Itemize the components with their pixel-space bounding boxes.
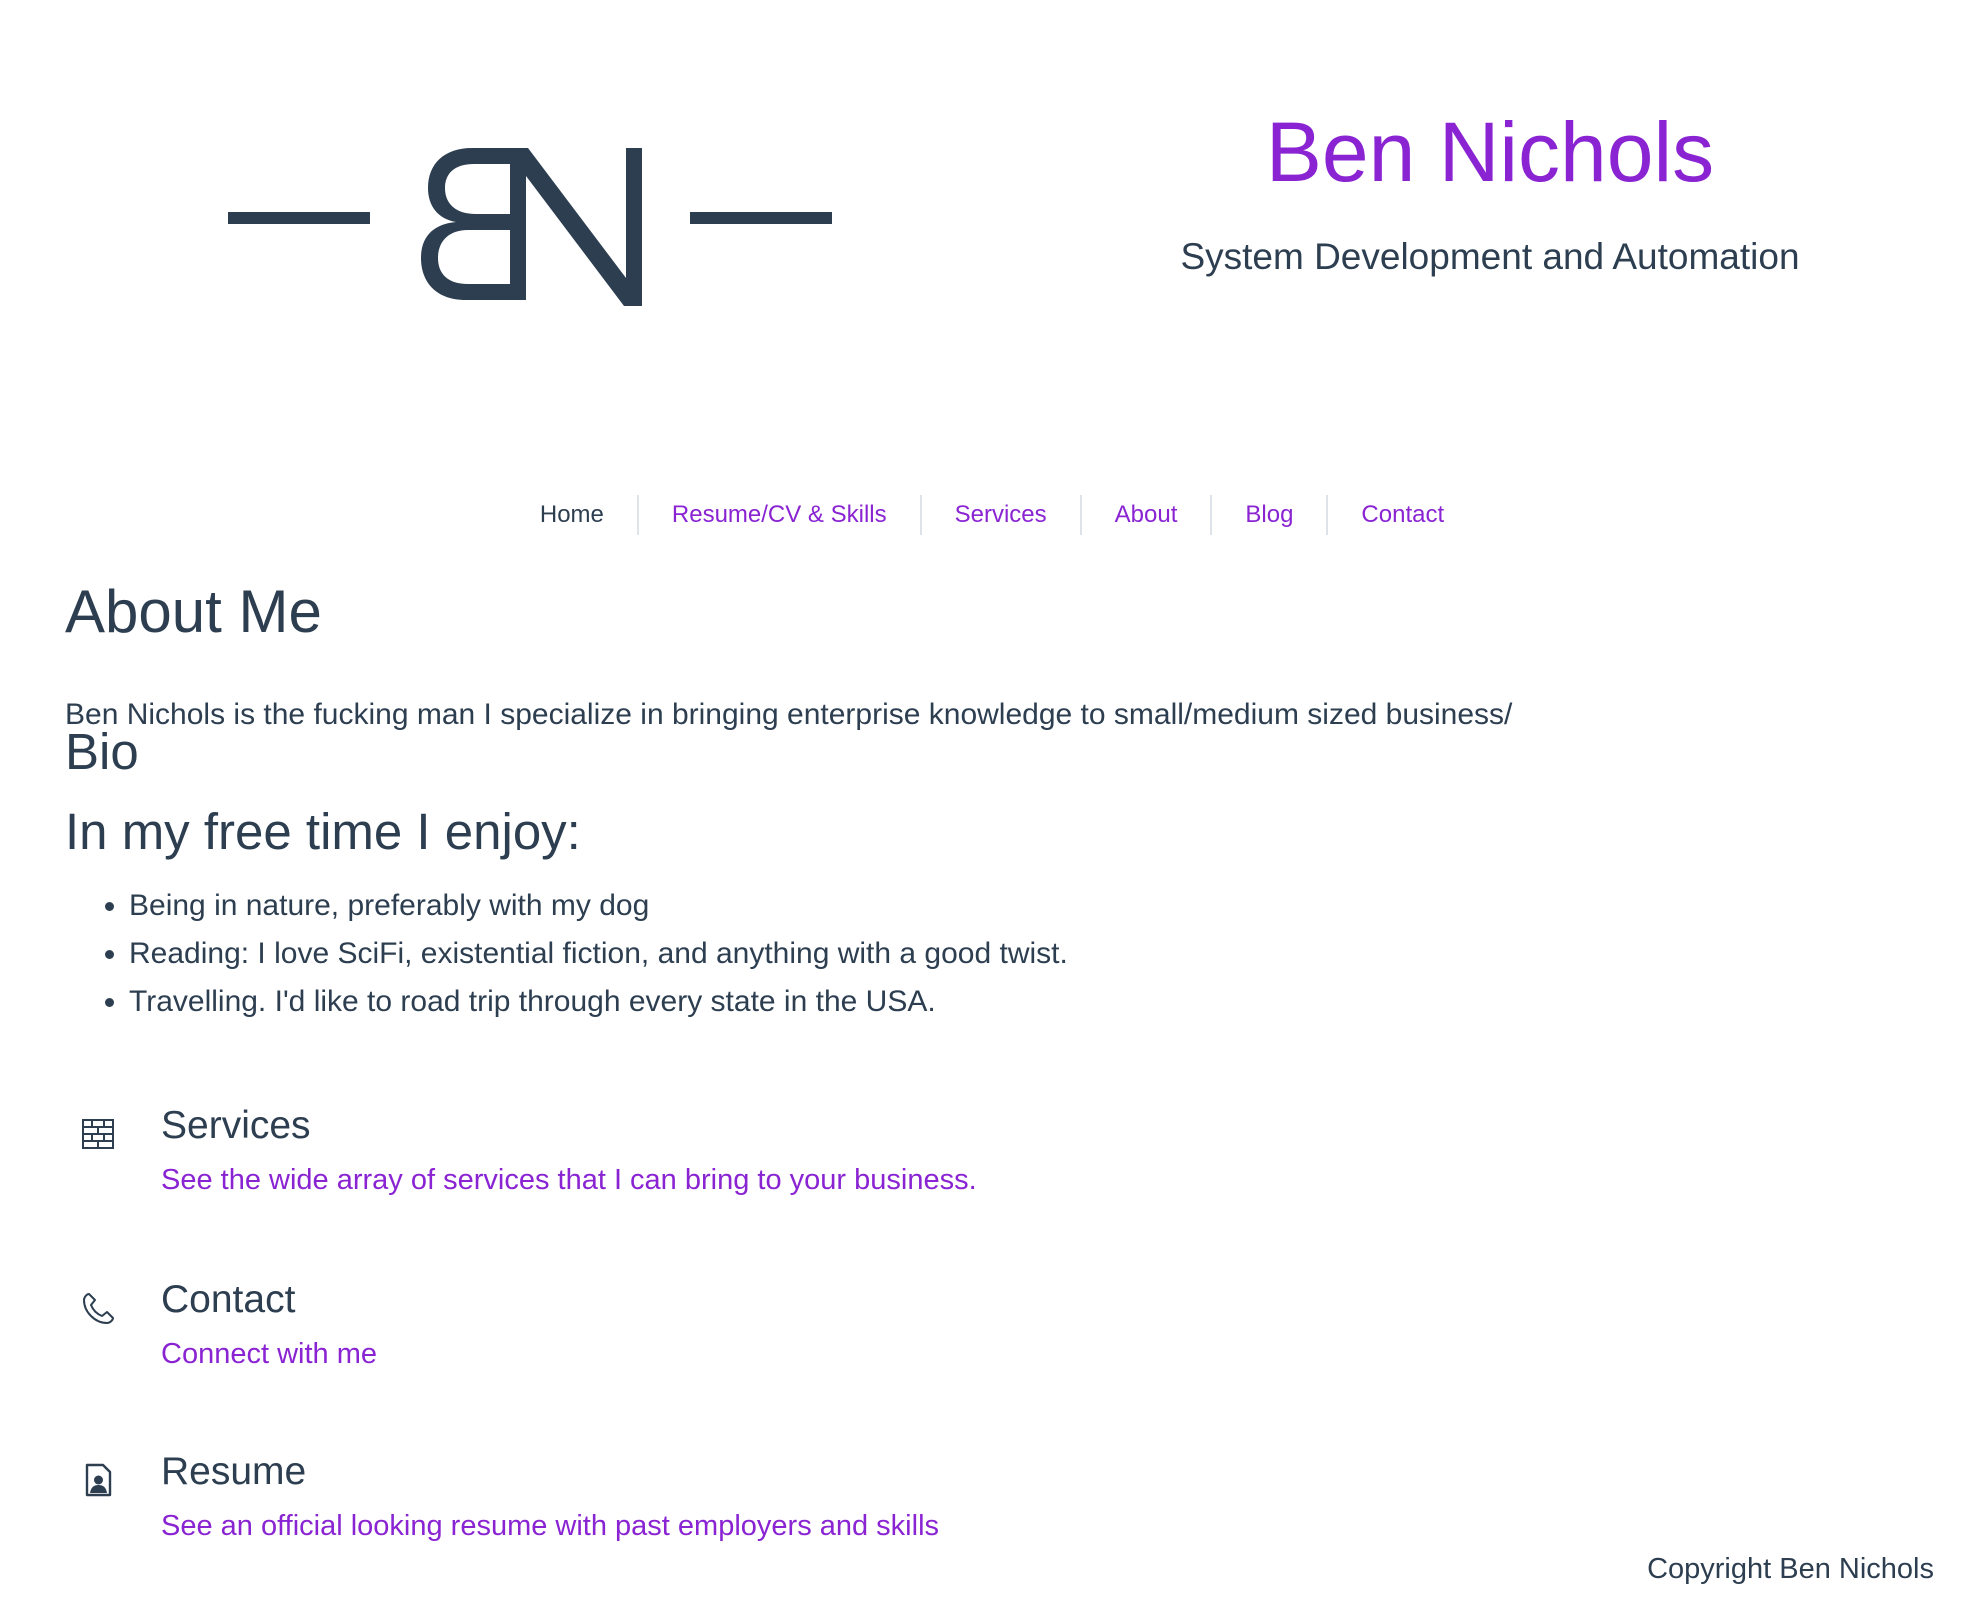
site-tagline: System Development and Automation [1180,236,1800,277]
contact-link[interactable]: Connect with me [161,1340,377,1369]
logo-dash-left [228,212,370,224]
feature-title: Services [161,1104,311,1147]
phone-icon [83,1293,114,1324]
feature-resume: Resume See an official looking resume wi… [65,1452,1465,1562]
logo[interactable] [228,140,838,310]
list-item: Reading: I love SciFi, existential ficti… [129,930,1068,978]
feature-title: Resume [161,1450,307,1493]
intro-text: Ben Nichols is the fucking man I special… [65,698,1513,731]
resume-file-icon [85,1463,112,1497]
brick-wall-icon [82,1119,114,1149]
list-item: Travelling. I'd like to road trip throug… [129,978,1068,1026]
feature-services: Services See the wide array of services … [65,1106,1465,1216]
free-time-heading: In my free time I enjoy: [65,803,581,860]
nav-item-home[interactable]: Home [507,495,637,535]
bio-heading: Bio [65,723,139,780]
list-item: Being in nature, preferably with my dog [129,882,1068,930]
services-link[interactable]: See the wide array of services that I ca… [161,1166,977,1195]
nav-item-resume[interactable]: Resume/CV & Skills [636,495,920,535]
feature-title: Contact [161,1278,296,1321]
copyright: Copyright Ben Nichols [1647,1553,1934,1585]
nav-item-contact[interactable]: Contact [1326,495,1477,535]
page-title: About Me [65,578,322,645]
brand: Ben Nichols System Development and Autom… [1100,110,1880,275]
resume-link[interactable]: See an official looking resume with past… [161,1512,939,1541]
site-header: Ben Nichols System Development and Autom… [0,0,1984,420]
main-nav: Home Resume/CV & Skills Services About B… [0,495,1984,535]
logo-monogram [421,148,642,306]
logo-dash-right [690,212,832,224]
nav-item-services[interactable]: Services [919,495,1080,535]
feature-contact: Contact Connect with me [65,1280,1465,1390]
nav-item-about[interactable]: About [1079,495,1211,535]
site-name[interactable]: Ben Nichols [1100,110,1880,194]
nav-item-blog[interactable]: Blog [1210,495,1326,535]
interests-list: Being in nature, preferably with my dog … [65,882,1068,1026]
